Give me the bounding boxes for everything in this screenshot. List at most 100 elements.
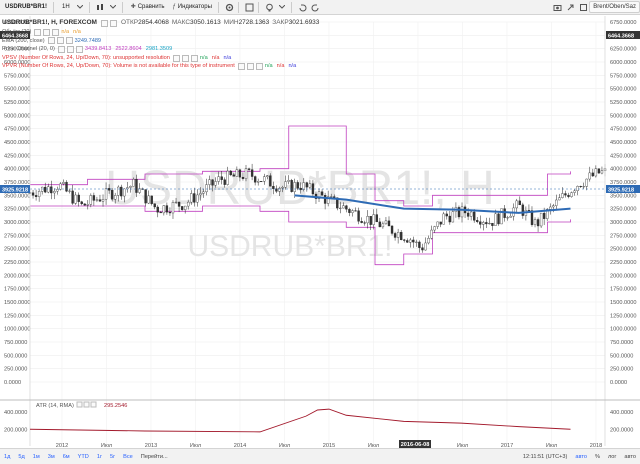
price-tick-left: 2250.0000 (4, 260, 30, 266)
legend-toggle[interactable] (47, 37, 55, 45)
candle-body (485, 222, 488, 225)
settings-gear-icon[interactable] (224, 2, 235, 13)
indicators-button[interactable]: ƒ Индикаторы (169, 2, 214, 13)
chevron-down-icon[interactable] (108, 2, 119, 13)
legend-toggle[interactable] (246, 63, 254, 71)
legend-toggle[interactable] (237, 63, 245, 71)
candle-body (190, 193, 193, 203)
candle-body (366, 216, 369, 224)
chevron-down-icon[interactable] (75, 2, 86, 13)
candle-body (427, 238, 430, 244)
price-tick-left: 500.0000 (4, 353, 27, 359)
mode-button[interactable]: авто (571, 454, 591, 460)
atr-settings-toggle[interactable] (83, 401, 90, 408)
undo-icon[interactable] (297, 2, 308, 13)
high-value: 3050.1613 (190, 18, 221, 26)
legend-toggle[interactable] (43, 28, 51, 36)
compare-button[interactable]: ✚ Сравнить (128, 2, 168, 13)
high-label: МАКС (171, 18, 191, 26)
candle-body (62, 182, 65, 185)
legend-toggle[interactable] (172, 54, 180, 62)
layout-button[interactable]: Brent/Oben/Saz (589, 1, 640, 13)
low-label: МИН (223, 18, 239, 26)
legend-toggle[interactable] (255, 63, 263, 71)
symbol-search[interactable]: USDRUB*BR1! (2, 2, 50, 13)
divider (257, 1, 259, 13)
candle-body (114, 195, 117, 200)
atr-remove-toggle[interactable] (90, 401, 97, 408)
low-value: 2728.1363 (238, 18, 270, 26)
redo-icon[interactable] (310, 2, 321, 13)
legend-toggle[interactable] (181, 54, 189, 62)
alert-bulb-icon[interactable] (264, 2, 275, 13)
mode-button[interactable]: авто (620, 454, 640, 460)
legend-row[interactable]: Price Channel (20, 0) 3439.8413 2522.8604 2… (2, 45, 319, 54)
header-settings[interactable] (109, 19, 117, 27)
candle-body (278, 187, 281, 192)
legend-toggle[interactable] (190, 54, 198, 62)
period-button[interactable]: 1г (93, 454, 106, 460)
period-button[interactable]: 6м (59, 454, 74, 460)
legend-toggle[interactable] (75, 45, 83, 53)
period-button[interactable]: 1м (29, 454, 44, 460)
interval-select[interactable]: 1H (59, 2, 73, 13)
legend-row[interactable]: VPVR (Number Of Rows, 24, Up/Down, 70): … (2, 62, 319, 71)
period-button[interactable]: 5г (106, 454, 119, 460)
price-tick-left: 4000.0000 (4, 167, 30, 173)
price-tick-left: 5000.0000 (4, 113, 30, 119)
header-toggle[interactable] (100, 19, 108, 27)
mode-button[interactable]: лог (604, 454, 620, 460)
candle-body (44, 186, 47, 193)
legend-toggle[interactable] (65, 37, 73, 45)
period-button[interactable]: 3м (44, 454, 59, 460)
price-tick-left: 1500.0000 (4, 300, 30, 306)
legend-row[interactable]: EMA (200, close) 3249.7489 (2, 37, 319, 46)
period-button[interactable]: 5д (14, 454, 28, 460)
chevron-down-icon[interactable] (277, 2, 288, 13)
candle-body (117, 186, 120, 196)
legend-value: n/a (61, 29, 70, 35)
candles-icon[interactable] (95, 2, 106, 13)
candle-body (205, 184, 208, 193)
candle-body (187, 201, 190, 207)
candle-body (196, 194, 199, 203)
candle-body (65, 182, 68, 192)
atr-visibility-toggle[interactable] (76, 401, 83, 408)
fullscreen-icon[interactable] (578, 2, 589, 13)
legend-toggle[interactable] (52, 28, 60, 36)
price-tick-left: 3250.0000 (4, 207, 30, 213)
open-label: ОТКР (120, 18, 139, 26)
camera-icon[interactable] (552, 2, 563, 13)
candle-body (74, 194, 77, 204)
legend-row[interactable]: VPSV (Number Of Rows, 24, Up/Down, 70): … (2, 54, 319, 63)
top-toolbar: USDRUB*BR1! 1H ✚ Сравнить ƒ Индикаторы B… (0, 0, 640, 15)
candle-body (451, 211, 455, 223)
template-icon[interactable] (244, 2, 255, 13)
candle-body (564, 193, 567, 196)
candle-body (199, 193, 202, 196)
legend-toggle[interactable] (56, 37, 64, 45)
price-tick-right: 5750.0000 (610, 73, 636, 79)
indicators-label: Индикаторы (177, 3, 212, 10)
candle-body (120, 186, 123, 197)
candle-body (445, 213, 448, 217)
legend-toggle[interactable] (66, 45, 74, 53)
candle-body (241, 176, 245, 179)
candle-body (497, 213, 500, 225)
legend-toggle[interactable] (57, 45, 65, 53)
candle-body (342, 205, 345, 209)
goto-date-button[interactable]: Перейти... (137, 454, 172, 460)
share-icon[interactable] (565, 2, 576, 13)
mode-button[interactable]: % (591, 454, 604, 460)
main-chart[interactable]: USDRUB*BR1!, H USDRUB*BR1! 6750.0000 6750… (0, 16, 640, 448)
candle-body (260, 181, 263, 182)
legend-toggle[interactable] (34, 28, 42, 36)
candle-body (293, 182, 296, 192)
period-button[interactable]: Все (119, 454, 137, 460)
period-button[interactable]: 1д (0, 454, 14, 460)
candle-body (333, 196, 336, 198)
period-button[interactable]: YTD (74, 454, 93, 460)
clock[interactable]: 12:11:51 (UTC+3) (519, 454, 572, 460)
price-tick-right: 1250.0000 (610, 313, 636, 319)
legend-row[interactable]: Объём (20) n/a n/a (2, 28, 319, 37)
